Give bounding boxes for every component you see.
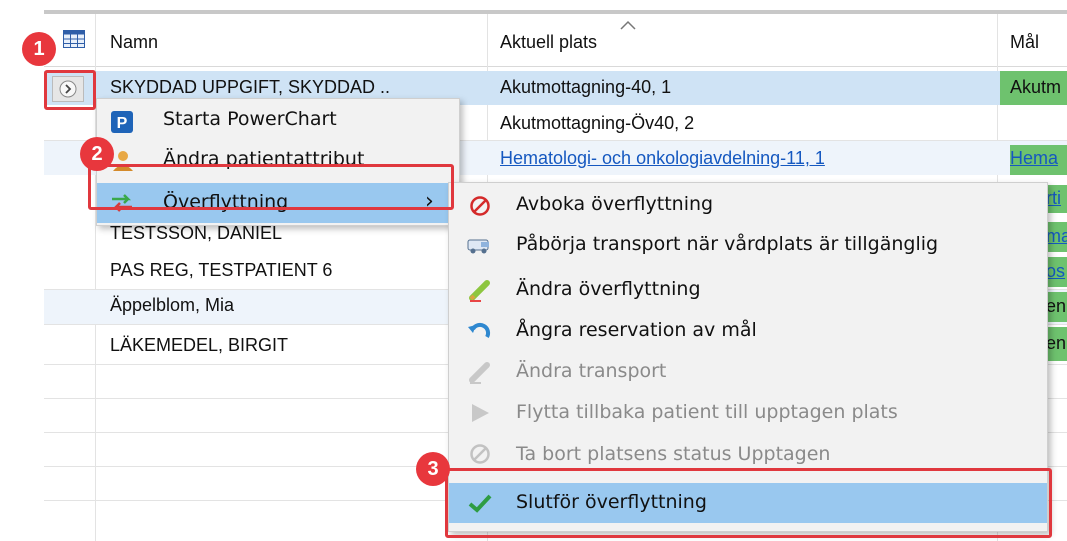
callout-box-1 xyxy=(44,70,96,110)
column-header-name[interactable]: Namn xyxy=(110,32,158,53)
menu-item-angra-reservation[interactable]: Ångra reservation av mål xyxy=(449,311,1047,351)
menu-item-label: Starta PowerChart xyxy=(163,108,337,130)
callout-box-2 xyxy=(88,164,454,210)
target-location-link[interactable]: rti xyxy=(1046,188,1067,209)
target-location-link[interactable]: os xyxy=(1046,261,1067,282)
patient-name: TESTSSON, DANIEL xyxy=(110,223,283,243)
patient-name: Äppelblom, Mia xyxy=(110,295,235,315)
play-icon xyxy=(472,404,489,422)
current-location: Akutmottagning-Öv40, 2 xyxy=(500,113,695,133)
callout-badge-2: 2 xyxy=(80,137,114,171)
column-header-current-location[interactable]: Aktuell plats xyxy=(500,32,597,53)
target-location: Akutm xyxy=(1010,77,1062,97)
patient-name: PAS REG, TESTPATIENT 6 xyxy=(110,260,333,280)
target-location: en xyxy=(1046,296,1067,316)
menu-item-paborja-transport[interactable]: Påbörja transport när vårdplats är tillg… xyxy=(449,225,1047,265)
current-location-link[interactable]: Hematologi- och onkologiavdelning-11, 1 xyxy=(500,148,825,169)
menu-item-flytta-tillbaka: Flytta tillbaka patient till upptagen pl… xyxy=(449,393,1047,433)
grid-view-icon[interactable] xyxy=(63,30,85,48)
menu-item-label: Flytta tillbaka patient till upptagen pl… xyxy=(516,401,898,423)
current-location: Akutmottagning-40, 1 xyxy=(500,77,672,97)
menu-item-label: Avboka överflyttning xyxy=(516,193,714,215)
menu-item-andra-overflyttning[interactable]: Ändra överflyttning xyxy=(449,271,1047,311)
menu-item-label: Ändra transport xyxy=(516,360,667,382)
menu-item-avboka-overflyttning[interactable]: Avboka överflyttning xyxy=(449,185,1047,225)
cancel-disabled-icon xyxy=(470,444,490,464)
ambulance-icon xyxy=(467,239,489,254)
menu-item-andra-transport: Ändra transport xyxy=(449,353,1047,393)
callout-badge-3: 3 xyxy=(416,452,450,486)
cancel-icon xyxy=(470,196,490,216)
target-location-link[interactable]: Hema xyxy=(1010,148,1067,169)
grid-header: Namn Aktuell plats Mål xyxy=(44,14,1067,67)
svg-text:P: P xyxy=(117,115,128,132)
patient-name: LÄKEMEDEL, BIRGIT xyxy=(110,335,289,355)
menu-item-label: Påbörja transport när vårdplats är tillg… xyxy=(516,233,939,255)
menu-item-label: Ångra reservation av mål xyxy=(516,319,757,341)
menu-item-label: Ta bort platsens status Upptagen xyxy=(516,443,831,465)
target-location: en xyxy=(1046,333,1067,353)
callout-badge-1: 1 xyxy=(22,32,56,66)
patient-name: SKYDDAD UPPGIFT, SKYDDAD .. xyxy=(110,77,391,97)
sort-ascending-icon xyxy=(620,20,636,30)
column-header-target[interactable]: Mål xyxy=(1010,32,1039,53)
pencil-disabled-icon xyxy=(469,362,490,384)
powerchart-icon: P xyxy=(111,111,133,133)
menu-item-starta-powerchart[interactable]: P Starta PowerChart xyxy=(97,101,459,141)
target-location-link[interactable]: ma xyxy=(1046,226,1067,247)
undo-icon xyxy=(468,322,491,338)
callout-box-3 xyxy=(445,468,1052,538)
pencil-icon xyxy=(469,280,490,302)
menu-item-label: Ändra överflyttning xyxy=(516,278,701,300)
